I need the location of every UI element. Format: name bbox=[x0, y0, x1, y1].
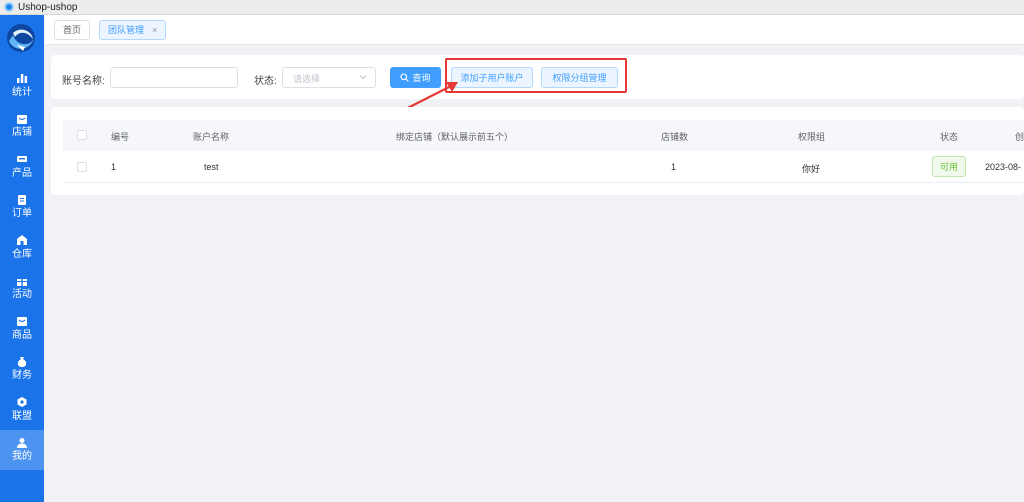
sidebar-item-1[interactable]: 店铺 bbox=[0, 106, 44, 147]
tab-home[interactable]: 首页 bbox=[54, 19, 91, 40]
header-created: 创 bbox=[1015, 132, 1024, 142]
accounts-table: 编号 账户名称 绑定店铺（默认展示前五个） 店铺数 权限组 状态 创 1 tes… bbox=[51, 107, 1024, 195]
sidebar-item-3[interactable]: 订单 bbox=[0, 187, 44, 228]
highlight-box bbox=[445, 58, 627, 93]
tab-team-management-label: 团队管理 bbox=[108, 25, 145, 35]
table-row[interactable]: 1 test 1 你好 可用 2023-08- bbox=[63, 151, 1024, 183]
tab-team-management[interactable]: 团队管理 × bbox=[99, 19, 167, 40]
sidebar-item-0[interactable]: 统计 bbox=[0, 65, 44, 106]
sidebar-item-label: 订单 bbox=[12, 208, 32, 220]
sidebar-item-9[interactable]: 我的 bbox=[0, 429, 44, 470]
money-bag-icon bbox=[15, 355, 29, 368]
sidebar-item-label: 联盟 bbox=[12, 410, 32, 422]
status-badge: 可用 bbox=[932, 156, 966, 177]
header-bound-shops: 绑定店铺（默认展示前五个） bbox=[396, 132, 514, 142]
alliance-icon bbox=[15, 396, 29, 409]
bar-chart-icon bbox=[15, 72, 29, 85]
goods-icon bbox=[15, 315, 29, 328]
search-button[interactable]: 查询 bbox=[390, 67, 441, 88]
table-header: 编号 账户名称 绑定店铺（默认展示前五个） 店铺数 权限组 状态 创 bbox=[63, 120, 1024, 150]
header-id: 编号 bbox=[111, 132, 130, 142]
warehouse-icon bbox=[15, 234, 29, 247]
account-name-input[interactable] bbox=[110, 67, 238, 88]
sidebar-item-label: 产品 bbox=[12, 167, 32, 179]
sidebar: 统计店铺产品订单仓库活动商品财务联盟我的 bbox=[0, 15, 44, 502]
gift-icon bbox=[15, 274, 29, 287]
sidebar-item-label: 仓库 bbox=[12, 248, 32, 260]
app-icon bbox=[4, 2, 14, 12]
window-titlebar: Ushop-ushop bbox=[0, 0, 1024, 15]
order-icon bbox=[15, 193, 29, 206]
search-button-label: 查询 bbox=[412, 73, 431, 83]
sidebar-item-label: 活动 bbox=[12, 289, 32, 301]
header-shop-count: 店铺数 bbox=[661, 132, 689, 142]
sidebar-item-label: 统计 bbox=[12, 86, 32, 98]
row-checkbox[interactable] bbox=[77, 162, 87, 172]
row-permission-group: 你好 bbox=[802, 164, 821, 174]
sidebar-item-label: 我的 bbox=[12, 451, 32, 463]
search-icon bbox=[400, 73, 410, 82]
row-shop-count: 1 bbox=[671, 162, 677, 172]
app-logo bbox=[0, 15, 44, 65]
sidebar-item-4[interactable]: 仓库 bbox=[0, 227, 44, 268]
status-select-placeholder: 请选择 bbox=[293, 74, 321, 84]
row-id: 1 bbox=[111, 162, 117, 172]
sidebar-item-8[interactable]: 联盟 bbox=[0, 389, 44, 430]
status-label: 状态: bbox=[254, 76, 277, 87]
sidebar-item-label: 店铺 bbox=[12, 127, 32, 139]
store-icon bbox=[15, 112, 29, 125]
header-permission-group: 权限组 bbox=[798, 132, 826, 142]
row-created: 2023-08- bbox=[985, 162, 1022, 172]
user-icon bbox=[15, 436, 29, 449]
sidebar-item-5[interactable]: 活动 bbox=[0, 268, 44, 309]
sidebar-item-label: 财务 bbox=[12, 370, 32, 382]
window-title: Ushop-ushop bbox=[18, 1, 78, 13]
chevron-down-icon bbox=[359, 75, 367, 80]
select-all-checkbox[interactable] bbox=[77, 130, 87, 140]
account-name-label: 账号名称: bbox=[62, 76, 105, 87]
header-status: 状态 bbox=[940, 132, 959, 142]
tabs-bar: 首页 团队管理 × bbox=[44, 15, 1024, 45]
sidebar-item-label: 商品 bbox=[12, 329, 32, 341]
row-account-name: test bbox=[204, 162, 219, 172]
product-icon bbox=[15, 153, 29, 166]
tab-home-label: 首页 bbox=[63, 25, 82, 35]
sidebar-item-7[interactable]: 财务 bbox=[0, 349, 44, 390]
header-account-name: 账户名称 bbox=[193, 132, 230, 142]
status-select[interactable]: 请选择 bbox=[282, 67, 376, 88]
sidebar-item-6[interactable]: 商品 bbox=[0, 308, 44, 349]
sidebar-item-2[interactable]: 产品 bbox=[0, 146, 44, 187]
close-icon[interactable]: × bbox=[152, 25, 157, 35]
